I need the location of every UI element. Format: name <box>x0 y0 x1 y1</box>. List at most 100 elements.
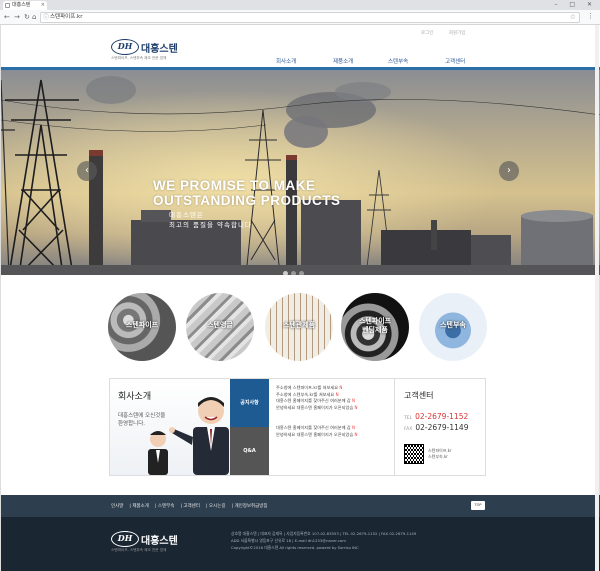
new-badge: N <box>335 391 339 397</box>
util-links: 로그인 회원가입 <box>421 30 479 36</box>
product-categories: 스텐파이프 스텐앵글 스텐관제품 스텐파이프 벤딩제품 스텐부속 <box>108 293 488 365</box>
category-label: 스텐관제품 <box>282 321 316 329</box>
company-info-line2: ADD 서울특별시 영등포구 선유로 18 | E-mail dh1253@na… <box>231 538 346 543</box>
about-box[interactable]: 회사소개 대흥스텐에 오신것을 환영합니다. <box>110 379 230 475</box>
footer-link[interactable]: 스텐부속 <box>158 504 175 509</box>
notice-list: 주소창에 스텐파이프.kr를 쳐보세요 N 주소창에 스텐부속.kr를 쳐보세요… <box>276 385 400 438</box>
qna-title: 대흥스텐 홈페이지를 찾아주신 여러분께 감 <box>276 425 351 430</box>
main-nav: 회사소개 제품소개 스텐부속 고객센터 <box>271 57 471 67</box>
scroll-top-button[interactable]: TOP <box>471 501 485 510</box>
new-badge: N <box>339 385 343 390</box>
notice-title: 주소창에 스텐파이프.kr를 쳐보세요 <box>276 385 339 390</box>
category-label: 스텐앵글 <box>207 321 233 329</box>
close-tab-icon[interactable]: × <box>41 1 45 10</box>
tel-label: TEL <box>404 416 413 421</box>
footer-links: 인사말 | 제품소개 | 스텐부속 | 고객센터 | 오시는길 | 개인정보취급방침 <box>111 504 268 509</box>
site-footer: DH 대흥스텐 스텐파이프, 스텐부속 제조 전문 업체 상호명 대흥스텐 | … <box>1 517 600 571</box>
footer-link[interactable]: 오시는길 <box>209 504 226 509</box>
hero-subtitle: 대흥스텐은 최고의 품질을 약속합니다 <box>169 210 252 230</box>
copyright-text: Copyright©2016 대흥스텐 All rights reserved.… <box>231 545 359 550</box>
tab-title: 대흥스텐 <box>12 2 31 8</box>
browser-tab[interactable]: 대흥스텐 × <box>3 1 47 10</box>
qr-caption-line2: 스텐부속.kr <box>428 454 448 459</box>
logo-tagline: 스텐파이프, 스텐부속 제조 전문 업체 <box>111 56 167 60</box>
category-stainless-products[interactable]: 스텐관제품 <box>265 293 333 361</box>
browser-toolbar: ← → ↻ ⌂ ⓘ 스텐파이프.kr ☆ ⋮ <box>0 10 600 25</box>
window-controls[interactable]: – □ ✕ <box>554 1 597 8</box>
new-badge: N <box>354 431 358 437</box>
category-label: 스텐파이프 벤딩제품 <box>358 317 392 334</box>
menu-icon[interactable]: ⋮ <box>587 12 594 20</box>
fax-number: FAX 02-2679-1149 <box>404 423 468 432</box>
notice-title: 안녕하세요 대흥스텐 홈페이지가 오픈되었습 <box>276 404 354 410</box>
footer-logo-tagline: 스텐파이프, 스텐부속 제조 전문 업체 <box>111 548 167 552</box>
footer-logo-mark: DH <box>111 531 139 547</box>
slide-dot[interactable] <box>283 271 288 275</box>
nav-item-products[interactable]: 제품소개 <box>333 57 353 65</box>
new-badge: N <box>354 404 358 410</box>
tab-qna[interactable]: Q&A <box>230 427 269 475</box>
next-slide-button[interactable]: › <box>499 161 519 181</box>
category-pipe-bending[interactable]: 스텐파이프 벤딩제품 <box>341 293 409 361</box>
category-stainless-angle[interactable]: 스텐앵글 <box>186 293 254 361</box>
tel-number[interactable]: TEL 02-2679-1152 <box>404 412 468 421</box>
login-link[interactable]: 로그인 <box>421 31 433 36</box>
join-link[interactable]: 회원가입 <box>449 31 466 36</box>
tab-notice[interactable]: 공지사항 <box>230 379 269 427</box>
info-section: 회사소개 대흥스텐에 오신것을 환영합니다. 공지사항 Q&A 주소창에 스텐파… <box>109 378 486 476</box>
info-icon[interactable]: ⓘ <box>43 13 49 22</box>
slide-dot[interactable] <box>291 271 296 275</box>
category-label: 스텐부속 <box>440 321 466 329</box>
notice-title: 주소창에 스텐부속.kr를 쳐보세요 <box>276 391 335 397</box>
reload-icon[interactable]: ↻ <box>24 13 30 21</box>
site-header: DH 대흥스텐 스텐파이프, 스텐부속 제조 전문 업체 로그인 회원가입 회사… <box>1 25 600 70</box>
new-badge: N <box>352 425 356 430</box>
footer-link[interactable]: 인사말 <box>111 504 123 509</box>
footer-logo-name: 대흥스텐 <box>141 536 178 547</box>
logo-name: 대흥스텐 <box>141 44 178 55</box>
tel-value: 02-2679-1152 <box>415 412 469 421</box>
nav-item-fittings[interactable]: 스텐부속 <box>388 57 408 65</box>
notice-title: 대흥스텐 홈페이지를 찾아주신 여러분께 감 <box>276 398 351 403</box>
back-icon[interactable]: ← <box>4 13 10 21</box>
fax-label: FAX <box>404 427 413 432</box>
nav-item-about[interactable]: 회사소개 <box>276 57 296 65</box>
hero-slider: WE PROMISE TO MAKE OUTSTANDING PRODUCTS … <box>1 70 600 275</box>
hero-title: WE PROMISE TO MAKE OUTSTANDING PRODUCTS <box>153 178 341 208</box>
company-info: 상호명 대흥스텐 | 대표자 김재옥 | 사업자등록번호 107-02-8355… <box>231 530 416 551</box>
page-scrollbar[interactable] <box>595 25 599 571</box>
qr-caption: 스텐파이프.kr 스텐부속.kr <box>428 448 452 460</box>
browser-tab-bar: 대흥스텐 × – □ ✕ <box>0 0 600 10</box>
web-page: DH 대흥스텐 스텐파이프, 스텐부속 제조 전문 업체 로그인 회원가입 회사… <box>0 25 600 571</box>
footer-nav: 인사말 | 제품소개 | 스텐부속 | 고객센터 | 오시는길 | 개인정보취급방침 TO… <box>1 495 600 517</box>
new-badge: N <box>352 398 356 403</box>
logo-mark: DH <box>111 39 139 55</box>
hero-sub-line2: 최고의 품질을 약속합니다 <box>169 221 252 229</box>
company-info-line1: 상호명 대흥스텐 | 대표자 김재옥 | 사업자등록번호 107-02-8355… <box>231 531 417 536</box>
category-stainless-pipe[interactable]: 스텐파이프 <box>108 293 176 361</box>
list-item[interactable]: 안녕하세요 대흥스텐 홈페이지가 오픈되었습 N <box>276 432 400 439</box>
qna-title: 안녕하세요 대흥스텐 홈페이지가 오픈되었습 <box>276 431 354 437</box>
category-fittings[interactable]: 스텐부속 <box>419 293 487 361</box>
nav-item-support[interactable]: 고객센터 <box>445 57 465 65</box>
staff-illustration <box>148 397 229 475</box>
customer-title: 고객센터 <box>404 391 434 400</box>
board-tabs: 공지사항 Q&A <box>230 379 269 475</box>
home-icon[interactable]: ⌂ <box>32 13 36 21</box>
bookmark-star-icon[interactable]: ☆ <box>570 13 576 22</box>
forward-icon[interactable]: → <box>14 13 20 21</box>
customer-center: 고객센터 TEL 02-2679-1152 FAX 02-2679-1149 스텐파… <box>394 379 486 475</box>
category-label: 스텐파이프 <box>125 321 159 329</box>
about-text-line2: 환영합니다. <box>118 421 146 427</box>
hero-title-line1: WE PROMISE TO MAKE <box>153 178 316 193</box>
address-bar[interactable]: ⓘ 스텐파이프.kr ☆ <box>40 12 580 23</box>
footer-link[interactable]: 개인정보취급방침 <box>234 504 267 509</box>
prev-slide-button[interactable]: ‹ <box>77 161 97 181</box>
favicon-icon <box>5 3 10 8</box>
footer-link[interactable]: 고객센터 <box>183 504 200 509</box>
hero-title-line2: OUTSTANDING PRODUCTS <box>153 193 341 208</box>
slide-dot[interactable] <box>299 271 304 275</box>
slide-indicators <box>283 261 307 275</box>
footer-link[interactable]: 제품소개 <box>132 504 149 509</box>
